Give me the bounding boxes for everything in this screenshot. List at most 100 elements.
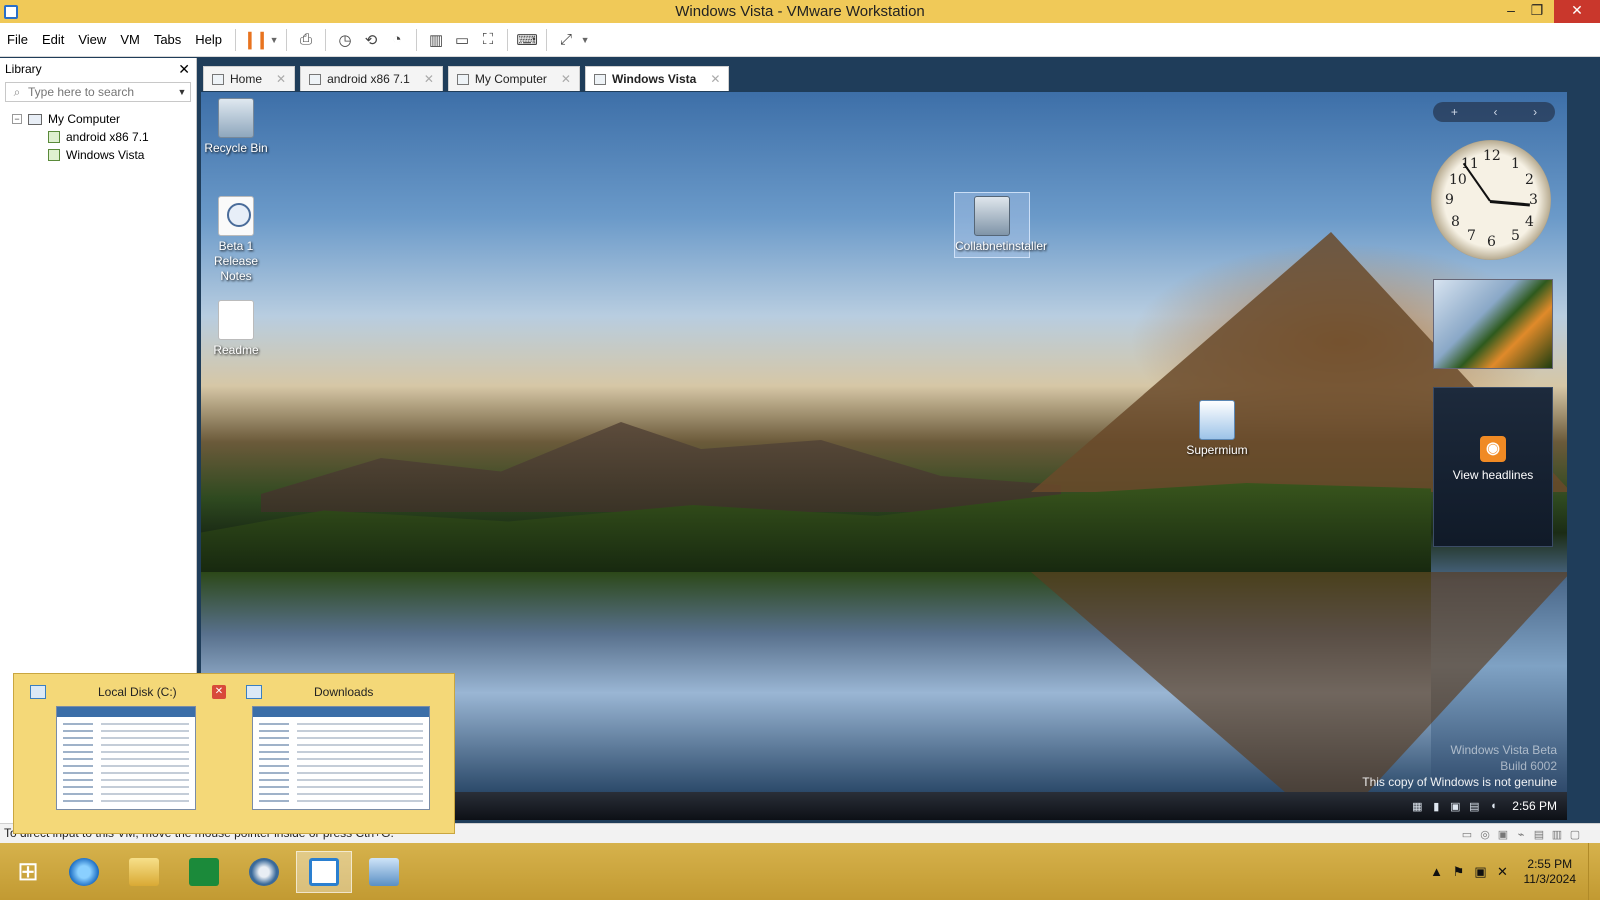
desktop-icon-readme[interactable]: Readme	[201, 300, 274, 358]
snapshot-icon[interactable]: ◷	[332, 27, 358, 53]
tab-label: My Computer	[474, 72, 547, 86]
tab-close-icon[interactable]: ✕	[276, 72, 286, 86]
stretch-icon[interactable]: ⤢	[553, 27, 579, 53]
pause-icon[interactable]: ❙❙	[242, 27, 270, 53]
menu-tabs[interactable]: Tabs	[147, 23, 188, 57]
show-desktop-button[interactable]	[1588, 843, 1600, 900]
collapse-icon[interactable]: −	[12, 114, 22, 124]
maximize-button[interactable]: ❐	[1524, 0, 1550, 23]
vm-tabs: Home ✕ android x86 7.1 ✕ My Computer ✕ W…	[203, 66, 734, 91]
thumbnail-preview[interactable]	[252, 706, 430, 810]
internet-explorer-icon[interactable]	[56, 851, 112, 893]
menu-view[interactable]: View	[71, 23, 113, 57]
action-center-flag-icon[interactable]: ⚑	[1448, 864, 1470, 880]
message-log-icon[interactable]: ▢	[1566, 826, 1584, 844]
close-button[interactable]: ✕	[1554, 0, 1600, 23]
desktop-icon-release-notes[interactable]: Beta 1 Release Notes	[201, 196, 274, 284]
fullscreen-icon[interactable]: ⛶	[475, 27, 501, 53]
clock-number: 1	[1511, 156, 1520, 172]
menu-help[interactable]: Help	[188, 23, 229, 57]
menu-edit[interactable]: Edit	[35, 23, 71, 57]
console-view-icon[interactable]: ⌨	[514, 27, 540, 53]
show-hidden-icons-icon[interactable]: ▲	[1426, 864, 1448, 879]
hard-disk-icon[interactable]: ▭	[1458, 826, 1476, 844]
document-icon	[218, 300, 254, 340]
rss-icon: ◉	[1480, 436, 1506, 462]
toolbar-separator	[286, 28, 288, 51]
desktop-icon-supermium[interactable]: Supermium	[1179, 400, 1255, 458]
send-ctrl-alt-del-icon[interactable]: ⎙	[293, 27, 319, 53]
search-dropdown-icon[interactable]: ▼	[174, 87, 190, 97]
slideshow-gadget[interactable]	[1433, 279, 1553, 369]
tab-windows-vista[interactable]: Windows Vista ✕	[584, 66, 730, 91]
cd-drive-icon[interactable]: ◎	[1476, 826, 1494, 844]
network-icon[interactable]: ▤	[1467, 800, 1481, 813]
clock-number: 6	[1487, 234, 1496, 250]
thumbnail-view-icon[interactable]: ▭	[449, 27, 475, 53]
network-icon[interactable]: ▣	[1470, 864, 1492, 880]
tree-item-android[interactable]: android x86 7.1	[0, 128, 196, 146]
tab-my-computer[interactable]: My Computer ✕	[447, 66, 580, 91]
pause-dropdown-icon[interactable]: ▼	[268, 35, 280, 45]
thumbnail-downloads[interactable]: Downloads	[246, 682, 442, 828]
library-view-icon[interactable]: ▥	[423, 27, 449, 53]
guest-clock[interactable]: 2:56 PM	[1512, 799, 1557, 813]
desktop-icon-label: Supermium	[1186, 443, 1248, 457]
library-header: Library ✕	[0, 58, 196, 80]
clock-hour-hand	[1489, 200, 1530, 207]
tab-close-icon[interactable]: ✕	[710, 72, 720, 86]
watermark-line: Build 6002	[1500, 759, 1557, 773]
menu-file[interactable]: File	[0, 23, 35, 57]
browser-icon[interactable]	[236, 851, 292, 893]
defender-icon[interactable]: ▦	[1410, 800, 1424, 813]
clock-gadget[interactable]: 12 1 2 3 4 5 6 7 8 9 10 11	[1431, 140, 1551, 260]
tab-close-icon[interactable]: ✕	[424, 72, 434, 86]
thumbnail-close-icon[interactable]: ✕	[212, 685, 226, 699]
search-icon: ⌕	[13, 84, 21, 99]
snapshot-manager-icon[interactable]: ◔	[384, 27, 410, 53]
stretch-dropdown-icon[interactable]: ▼	[579, 35, 591, 45]
feed-headlines-gadget[interactable]: ◉ View headlines	[1433, 387, 1553, 547]
remote-desktop-icon[interactable]	[356, 851, 412, 893]
previous-gadget-icon[interactable]: ‹	[1494, 105, 1498, 119]
desktop-icon-collabnet[interactable]: Collabnetinstaller	[954, 192, 1047, 258]
sound-card-icon[interactable]: ▤	[1530, 826, 1548, 844]
usb-icon[interactable]: ▮	[1429, 800, 1443, 813]
tree-item-label: Windows Vista	[66, 148, 145, 162]
network-adapter-icon[interactable]: ▣	[1494, 826, 1512, 844]
feeds-label[interactable]: View headlines	[1434, 468, 1552, 482]
usb-device-icon[interactable]: ⌁	[1512, 826, 1530, 844]
store-icon[interactable]	[176, 851, 232, 893]
host-time: 2:55 PM	[1527, 856, 1573, 871]
tab-android[interactable]: android x86 7.1 ✕	[300, 66, 443, 91]
file-explorer-icon[interactable]	[116, 851, 172, 893]
toolbar-separator	[235, 28, 237, 51]
clock-number: 9	[1445, 192, 1454, 208]
tree-item-windows-vista[interactable]: Windows Vista	[0, 146, 196, 164]
thumbnail-preview[interactable]	[56, 706, 196, 810]
volume-muted-icon[interactable]: ✕	[1492, 864, 1514, 880]
revert-snapshot-icon[interactable]: ⟲	[358, 27, 384, 53]
volume-icon[interactable]: ◖	[1486, 800, 1500, 812]
preview-content	[297, 723, 423, 803]
library-search-input[interactable]	[28, 85, 174, 99]
display-icon[interactable]: ▣	[1448, 800, 1462, 813]
start-icon[interactable]: ⊞	[4, 851, 52, 893]
add-gadget-icon[interactable]: +	[1451, 105, 1458, 119]
vmware-icon[interactable]	[296, 850, 352, 893]
next-gadget-icon[interactable]: ›	[1533, 105, 1537, 119]
tab-close-icon[interactable]: ✕	[561, 72, 571, 86]
printer-icon[interactable]: ▥	[1548, 826, 1566, 844]
desktop-icon-recycle-bin[interactable]: Recycle Bin	[201, 98, 274, 156]
tab-home[interactable]: Home ✕	[203, 66, 296, 91]
clock-number: 10	[1449, 172, 1467, 188]
host-clock[interactable]: 2:55 PM 11/3/2024	[1524, 857, 1577, 887]
minimize-button[interactable]: –	[1498, 0, 1524, 23]
vm-icon	[48, 131, 60, 143]
menu-vm[interactable]: VM	[113, 23, 147, 57]
tree-item-my-computer[interactable]: − My Computer	[0, 110, 196, 128]
release-notes-icon	[218, 196, 254, 236]
clock-number: 2	[1525, 172, 1534, 188]
thumbnail-local-disk[interactable]: Local Disk (C:) ✕	[30, 682, 226, 828]
library-close-icon[interactable]: ✕	[178, 61, 190, 78]
